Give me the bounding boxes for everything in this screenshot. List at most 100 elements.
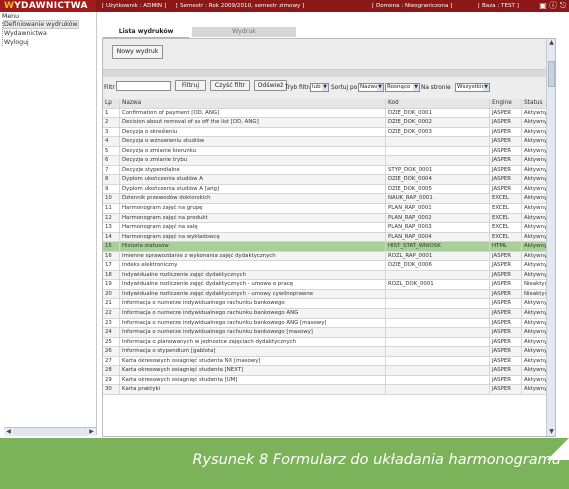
table-row[interactable]: 29 Karta okresowych osiagnięć studenta [U… [103, 375, 547, 386]
table-row[interactable]: 24 Informacja o numerze indywidualnego ra… [103, 328, 547, 338]
sidebar-horizontal-scrollbar[interactable]: ◀ ▶ [4, 427, 96, 436]
table-row[interactable]: 27 Karta okresowych osiagnięć studenta NX… [103, 356, 547, 367]
table-row[interactable]: 30 Karta praktyki JASPER Aktywny [103, 385, 547, 395]
scroll-left-icon[interactable]: ◀ [4, 428, 13, 436]
sidebar-item-definiowanie-wydrukow[interactable]: Definiowanie wydruków [3, 20, 79, 29]
cell-lp: 23 [105, 319, 112, 326]
cell-engine: JASPER [489, 356, 521, 366]
table-row[interactable]: 28 Karta okresowych osiagnięć studenta [N… [103, 366, 547, 376]
table-body: 1 Confirmation of payment [OD, ANG] DZIE_D… [103, 108, 555, 395]
scrollbar-thumb[interactable] [548, 61, 555, 87]
refresh-button[interactable]: Odśwież [254, 80, 287, 91]
table-row[interactable]: 17 Indeks elektroniczny DZIE_DOK_0006 JASPE… [103, 261, 547, 271]
table-row[interactable]: 9 Dyplom ukończenia studiów A [ang] DZIE_D… [103, 184, 547, 195]
table-row[interactable]: 2 Decision about removal of ss off the li… [103, 118, 547, 128]
table-row[interactable]: 25 Informacja o planowanych w jednostce z… [103, 337, 547, 348]
filter-mode-select[interactable]: lub ▼ [310, 83, 329, 92]
sort-select[interactable]: Nazwa ▼ [358, 83, 384, 92]
cell-lp: 4 [105, 138, 109, 145]
table-row[interactable]: 20 Indywidualne rozliczenie zajęć dydakty… [103, 289, 555, 300]
cell-kod [385, 137, 489, 146]
table-row[interactable]: 3 Decyzja o skreśleniu DZIE_DOK_0003 JASPER… [103, 127, 547, 138]
cell-lp: 17 [105, 262, 112, 269]
cell-engine: JASPER [489, 299, 521, 309]
new-print-button[interactable]: Nowy wydruk [112, 45, 163, 59]
table-row[interactable]: 6 Decyzja o zmianie trybu JASPER Aktywny [103, 156, 547, 166]
table-row[interactable]: 12 Harmonogram zajęć na produkt PLAN_RAP_0… [103, 213, 547, 224]
cell-lp: 19 [105, 281, 112, 288]
cell-kod [385, 356, 489, 366]
cell-engine: JASPER [489, 137, 521, 146]
sidebar-item-wyloguj[interactable]: Wyloguj [4, 39, 29, 46]
table-row[interactable]: 7 Decyzje stypendialne STYP_DOK_0001 JASPER… [103, 165, 547, 176]
table-row[interactable]: 22 Informacja o numerze indywidualnego ra… [103, 309, 547, 319]
clear-filter-button[interactable]: Czyść filtr [210, 80, 250, 91]
exit-icon[interactable]: ⎋ [559, 1, 567, 10]
table-row[interactable]: 4 Decyzja o wznowieniu studiów JASPER Aktyw… [103, 137, 547, 147]
cell-kod: ROZL_RAP_0001 [385, 251, 489, 261]
cell-kod [385, 156, 489, 165]
table-row[interactable]: 19 Indywidualne rozliczenie zajęć dydakty… [103, 280, 555, 290]
header-kod[interactable]: Kod [385, 99, 489, 108]
cell-name: Karta okresowych osiagnięć studenta NX [… [119, 356, 385, 366]
header-engine[interactable]: Engine [489, 99, 521, 108]
cell-kod: PLAN_RAP_0002 [385, 213, 489, 223]
cell-kod [385, 337, 489, 347]
cell-engine: JASPER [489, 146, 521, 156]
table-row[interactable]: 10 Dziennik przewodów doktorskich NAUK_RAP… [103, 194, 547, 205]
filter-mode-label: Tryb filtra [285, 85, 313, 91]
cell-engine: JASPER [489, 175, 521, 184]
tab-wydruk[interactable]: Wydruk [192, 27, 296, 37]
sort-order-select[interactable]: Rosnąco ▼ [385, 83, 420, 92]
table-row[interactable]: 1 Confirmation of payment [OD, ANG] DZIE_D… [103, 108, 547, 119]
per-page-select[interactable]: Wszystkie ▼ [455, 83, 490, 92]
cell-kod [385, 309, 489, 318]
cell-kod: HIST_STAT_WNIOSK [385, 242, 489, 251]
cell-lp: 25 [105, 338, 112, 345]
sidebar: Menu Definiowanie wydruków Wydawnictwa W… [0, 12, 97, 435]
cell-name: Confirmation of payment [OD, ANG] [119, 108, 385, 118]
chevron-down-icon: ▼ [483, 84, 489, 91]
table-row[interactable]: 8 Dyplom ukończenia studiów A DZIE_DOK_000… [103, 175, 547, 185]
cell-kod [385, 289, 489, 299]
top-bar: WYDAWNICTWA [ Użytkownik : ADMIN ] [ Sem… [0, 0, 569, 12]
separator-strip [103, 70, 555, 77]
header-lp[interactable]: Lp [103, 99, 119, 108]
header-name[interactable]: Nazwa [119, 99, 385, 108]
cell-lp: 10 [105, 195, 112, 202]
info-icon[interactable]: ⓘ [549, 1, 557, 10]
cell-name: Informacja o planowanych w jednostce zaj… [119, 337, 385, 347]
table-row[interactable]: 18 Indywidualne rozliczenie zajęć dydakty… [103, 270, 547, 281]
table-row[interactable]: 11 Harmonogram zajęć na grupę PLAN_RAP_000… [103, 204, 547, 214]
cell-name: Indywidualne rozliczenie zajęć dydaktycz… [119, 280, 385, 289]
cell-name: Decyzja o zmianie kierunku [119, 146, 385, 156]
table-row[interactable]: 5 Decyzja o zmianie kierunku JASPER Aktywny [103, 146, 547, 157]
table-row[interactable]: 15 Historia statusów HIST_STAT_WNIOSK HTML A… [103, 242, 547, 252]
filter-button[interactable]: Filtruj [175, 80, 206, 91]
base-info: [ Baza : TEST ] [478, 3, 519, 9]
table-row[interactable]: 21 Informacja o numerze indywidualnego ra… [103, 299, 547, 310]
cell-engine: JASPER [489, 309, 521, 318]
table-row[interactable]: 13 Harmonogram zajęć na salę PLAN_RAP_0003… [103, 223, 547, 233]
filter-input[interactable] [116, 81, 171, 91]
cell-engine: JASPER [489, 184, 521, 194]
cell-engine: EXCEL [489, 204, 521, 213]
table-row[interactable]: 16 Imienne sprawozdanie z wykonania zajęć… [103, 251, 547, 262]
sidebar-item-wydawnictwa[interactable]: Wydawnictwa [4, 30, 47, 37]
window-icon[interactable]: ▣ [539, 1, 547, 10]
cell-name: Harmonogram zajęć na salę [119, 223, 385, 232]
cell-name: Informacja o numerze indywidualnego rach… [119, 318, 385, 328]
scroll-right-icon[interactable]: ▶ [87, 428, 96, 436]
scroll-up-icon[interactable]: ▲ [547, 39, 555, 47]
table-row[interactable]: 14 Harmonogram zajęć na wykładowcę PLAN_RA… [103, 232, 547, 243]
vertical-scrollbar[interactable]: ▲ ▼ [546, 39, 555, 436]
cell-name: Harmonogram zajęć na produkt [119, 213, 385, 223]
scroll-down-icon[interactable]: ▼ [547, 428, 555, 436]
cell-lp: 16 [105, 252, 112, 259]
cell-lp: 1 [105, 109, 109, 116]
table-row[interactable]: 26 Informacja o stypendium [gablota] JASPE… [103, 347, 547, 357]
cell-lp: 26 [105, 348, 112, 355]
table-row[interactable]: 23 Informacja o numerze indywidualnego ra… [103, 318, 547, 329]
cell-kod: DZIE_DOK_0001 [385, 108, 489, 118]
cell-lp: 20 [105, 290, 112, 297]
